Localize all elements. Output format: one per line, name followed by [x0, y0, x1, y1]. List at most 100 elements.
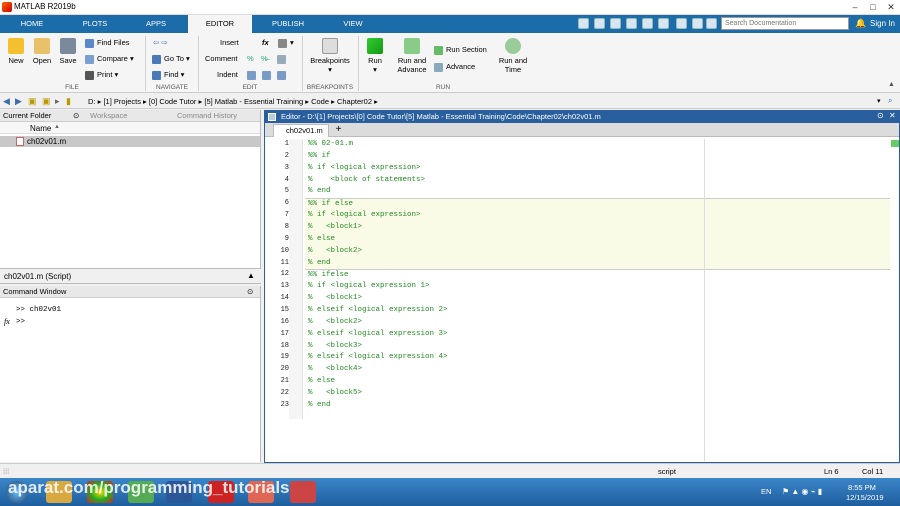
paste-icon[interactable]	[626, 18, 637, 29]
print-button[interactable]: Print ▾	[85, 70, 118, 80]
breadcrumb-item[interactable]: Chapter02	[337, 97, 372, 106]
code-line[interactable]: % <block of statements>	[305, 175, 890, 187]
forward-icon[interactable]: ▶	[15, 96, 22, 107]
tab-view[interactable]: VIEW	[328, 15, 378, 33]
tab-ch02v01[interactable]: ch02v01.m	[273, 124, 329, 137]
breadcrumb-item[interactable]: [5] Matlab - Essential Training	[204, 97, 303, 106]
code-line[interactable]: % if <logical expression 1>	[305, 281, 890, 293]
breadcrumb-item[interactable]: Code	[311, 97, 329, 106]
wrap-icon[interactable]	[277, 54, 289, 64]
tray-icons[interactable]: ⚑ ▲ ◉ ⌁ ▮	[782, 487, 822, 496]
code-line[interactable]: %% if	[305, 151, 890, 163]
back-forward-icon[interactable]: ⇦ ⇨	[153, 38, 168, 48]
browse-folder-icon[interactable]: ▣	[42, 96, 51, 107]
address-dropdown-icon[interactable]: ▾	[877, 97, 881, 105]
code-line[interactable]: %% ifelse	[305, 269, 890, 281]
goto-button[interactable]: Go To ▾	[152, 54, 190, 64]
breadcrumb-item[interactable]: [1] Projects	[103, 97, 141, 106]
tab-apps[interactable]: APPS	[132, 15, 180, 33]
indent-button[interactable]: Indent	[217, 70, 238, 80]
command-window[interactable]: Command Window ⊙ >> ch02v01 >> fx	[0, 286, 261, 462]
code-line[interactable]: % end	[305, 257, 890, 270]
code-line[interactable]: % <block1>	[305, 293, 890, 305]
code-line[interactable]: % <block4>	[305, 364, 890, 376]
minimize-icon[interactable]: –	[848, 2, 862, 12]
code-line[interactable]: % elseif <logical expression 3>	[305, 329, 890, 341]
dropdown-icon[interactable]	[706, 18, 717, 29]
breadcrumb[interactable]: D: ▸ [1] Projects ▸ [0] Code Tutor ▸ [5]…	[88, 97, 378, 106]
find-files-button[interactable]: Find Files	[85, 38, 130, 48]
clock-date[interactable]: 12/15/2019	[846, 493, 884, 502]
tab-command-history[interactable]: Command History	[177, 110, 237, 121]
help-icon[interactable]	[692, 18, 703, 29]
redo-icon[interactable]	[658, 18, 669, 29]
close-icon[interactable]: ✕	[884, 2, 898, 13]
insert-button[interactable]: Insert	[220, 38, 239, 48]
code-line[interactable]: % <block2>	[305, 317, 890, 329]
run-and-time-button[interactable]: Run and Time	[496, 38, 530, 74]
tab-workspace[interactable]: Workspace	[90, 110, 127, 121]
collapse-ribbon-icon[interactable]: ▲	[888, 81, 895, 88]
breakpoints-button[interactable]: Breakpoints ▾	[306, 38, 354, 74]
breakpoint-gutter[interactable]	[289, 139, 303, 419]
code-line[interactable]: % elseif <logical expression 4>	[305, 352, 890, 364]
code-line[interactable]: % end	[305, 186, 890, 198]
code-line[interactable]: % <block3>	[305, 341, 890, 353]
run-button[interactable]: Run ▾	[363, 38, 387, 74]
run-section-button[interactable]: Run Section	[434, 45, 487, 55]
code-area[interactable]: %% 02-01.m%% if% if <logical expression>…	[305, 139, 890, 419]
command-output[interactable]: >> ch02v01 >> fx	[0, 298, 260, 328]
search-folder-icon[interactable]: ⌕	[888, 96, 892, 106]
cut-icon[interactable]	[594, 18, 605, 29]
code-line[interactable]: % <block5>	[305, 388, 890, 400]
increase-indent-icon[interactable]	[262, 70, 274, 80]
back-icon[interactable]: ◀	[3, 96, 10, 107]
tab-editor[interactable]: EDITOR	[188, 15, 252, 33]
comment-icon[interactable]: %	[247, 54, 254, 64]
tab-home[interactable]: HOME	[8, 15, 56, 33]
breadcrumb-item[interactable]: [0] Code Tutor	[149, 97, 197, 106]
chevron-up-icon[interactable]: ▲	[247, 271, 255, 280]
sign-in-link[interactable]: Sign In	[870, 19, 895, 28]
run-and-advance-button[interactable]: Run and Advance	[394, 38, 430, 74]
code-line[interactable]: % if <logical expression>	[305, 163, 890, 175]
tab-plots[interactable]: PLOTS	[70, 15, 120, 33]
code-analyzer-status-icon[interactable]	[891, 140, 899, 147]
new-tab-button[interactable]: +	[331, 124, 346, 136]
advance-button[interactable]: Advance	[434, 62, 475, 72]
code-dropdown-icon[interactable]: ▾	[278, 38, 294, 48]
search-input[interactable]: Search Documentation	[721, 17, 849, 30]
bell-icon[interactable]: 🔔	[855, 18, 866, 29]
tab-current-folder[interactable]: Current Folder	[3, 111, 51, 120]
smart-indent-icon[interactable]	[247, 70, 259, 80]
switch-windows-icon[interactable]	[676, 18, 687, 29]
search-icon[interactable]: ⌕	[839, 18, 844, 29]
decrease-indent-icon[interactable]	[277, 70, 289, 80]
comment-button[interactable]: Comment	[205, 54, 238, 64]
code-line[interactable]: % else	[305, 233, 890, 246]
name-column-header[interactable]: Name	[30, 124, 51, 133]
function-browser-icon[interactable]: fx	[4, 316, 10, 328]
code-line[interactable]: % <block2>	[305, 245, 890, 258]
maximize-icon[interactable]: □	[866, 2, 880, 12]
code-line[interactable]: %% 02-01.m	[305, 139, 890, 151]
save-icon[interactable]	[578, 18, 589, 29]
uncomment-icon[interactable]: %̶	[261, 54, 268, 64]
tab-publish[interactable]: PUBLISH	[262, 15, 314, 33]
copy-icon[interactable]	[610, 18, 621, 29]
open-button[interactable]: Open	[31, 38, 53, 65]
file-list-header[interactable]: Name ▲	[0, 122, 260, 134]
command-prompt[interactable]: >>	[16, 316, 260, 328]
new-button[interactable]: New	[5, 38, 27, 65]
code-line[interactable]: % if <logical expression>	[305, 210, 890, 223]
editor-menu-icon[interactable]: ⊙	[877, 111, 884, 120]
fx-icon[interactable]: fx	[262, 38, 269, 48]
save-button[interactable]: Save	[57, 38, 79, 65]
code-line[interactable]: %% if else	[305, 198, 890, 211]
language-indicator[interactable]: EN	[761, 487, 771, 496]
panel-menu-icon[interactable]: ⊙	[73, 110, 79, 121]
up-folder-icon[interactable]: ▣	[28, 96, 37, 107]
breadcrumb-item[interactable]: D:	[88, 97, 96, 106]
code-line[interactable]: % end	[305, 400, 890, 412]
compare-button[interactable]: Compare ▾	[85, 54, 134, 64]
